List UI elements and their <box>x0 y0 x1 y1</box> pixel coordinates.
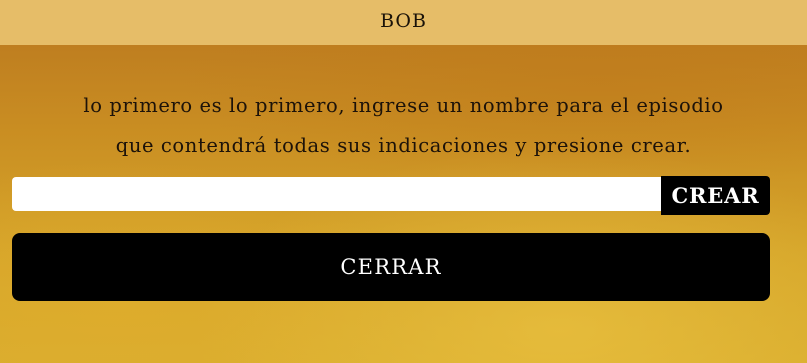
create-button[interactable]: CREAR <box>661 176 770 215</box>
instructions-line-1: lo primero es lo primero, ingrese un nom… <box>83 94 724 117</box>
episode-name-input[interactable] <box>12 177 662 211</box>
instructions-text: lo primero es lo primero, ingrese un nom… <box>0 86 807 166</box>
app-title: BOB <box>380 10 427 32</box>
close-button[interactable]: CERRAR <box>12 233 770 301</box>
instructions-line-2: que contendrá todas sus indicaciones y p… <box>115 134 692 157</box>
header-bar: BOB <box>0 0 807 45</box>
